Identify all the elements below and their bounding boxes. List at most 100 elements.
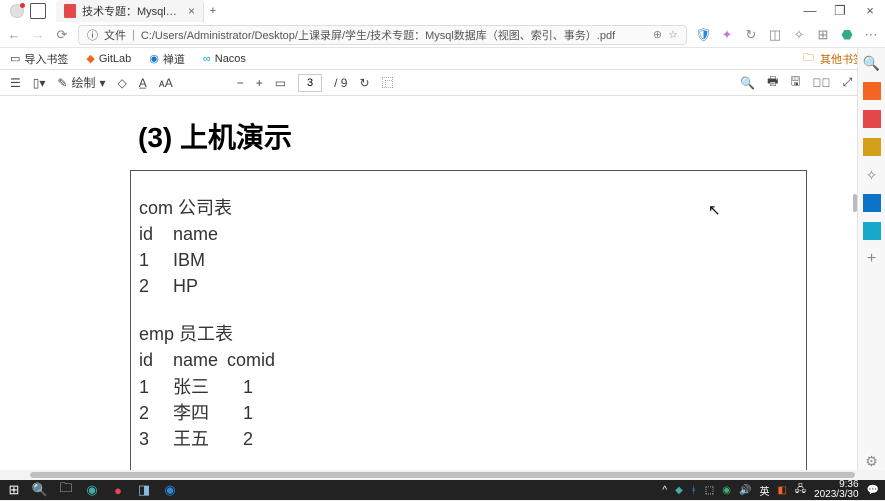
collections-icon[interactable]: ⊞ bbox=[815, 27, 831, 43]
bookmark-nacos[interactable]: ∞ Nacos bbox=[203, 53, 246, 65]
tray-icon-3[interactable]: ◧ bbox=[777, 485, 786, 496]
section-heading: (3) 上机演示 bbox=[138, 116, 292, 156]
tab-title: 技术专题：Mysql数据库（视图... bbox=[82, 3, 182, 19]
page-number-input[interactable] bbox=[298, 74, 322, 92]
table2-title: emp 员工表 bbox=[139, 321, 798, 347]
forward-icon: → bbox=[30, 27, 46, 42]
search-icon[interactable]: 🔍 bbox=[740, 76, 755, 90]
favorite-icon[interactable]: ☆ bbox=[668, 28, 678, 41]
fullscreen-icon[interactable]: ⤢ bbox=[843, 75, 853, 90]
search-panel-icon[interactable]: 🔍 bbox=[863, 54, 881, 72]
panel-settings-icon[interactable]: ⚙ bbox=[863, 452, 881, 470]
more-icon[interactable]: ⋯ bbox=[863, 27, 879, 43]
ime-indicator[interactable]: 英 bbox=[759, 483, 769, 498]
contents-icon[interactable]: ☰ bbox=[10, 76, 21, 90]
maximize-button[interactable]: ❐ bbox=[825, 3, 855, 19]
table-row: 1IBM bbox=[139, 247, 798, 273]
copilot-icon[interactable]: ✦ bbox=[719, 27, 735, 43]
clock-date: 2023/3/30 bbox=[814, 490, 859, 500]
new-tab-button[interactable]: + bbox=[204, 5, 222, 17]
zoom-icon[interactable]: ⊕ bbox=[653, 28, 662, 41]
table1-header: idname bbox=[139, 221, 798, 247]
table-row: 2李四1 bbox=[139, 400, 798, 426]
ext1-icon[interactable]: ⬣ bbox=[839, 27, 855, 43]
bookmark-gitlab[interactable]: ◆ GitLab bbox=[86, 52, 131, 65]
pdf-viewport[interactable]: (3) 上机演示 com 公司表 idname 1IBM 2HP emp 员工表… bbox=[0, 96, 857, 480]
highlight-icon[interactable]: ▯▾ bbox=[33, 76, 46, 90]
side-ext4-icon[interactable]: ✧ bbox=[863, 166, 881, 184]
wechat-icon[interactable]: ◉ bbox=[722, 485, 731, 496]
tab-close-icon[interactable]: × bbox=[188, 4, 195, 18]
draw-label: 绘制 bbox=[71, 74, 95, 91]
network-icon[interactable]: 🖧 bbox=[795, 482, 806, 499]
side-ext1-icon[interactable] bbox=[863, 82, 881, 100]
browser-tab[interactable]: 技术专题：Mysql数据库（视图... × bbox=[56, 0, 204, 22]
tray: ^ ◆ ᚼ ⬚ ◉ 🔊 英 ◧ 🖧 9:36 2023/3/30 💬 bbox=[662, 480, 879, 500]
url-text: C:/Users/Administrator/Desktop/上课录屏/学生/技… bbox=[141, 27, 615, 43]
vertical-scrollbar-thumb[interactable] bbox=[853, 194, 857, 212]
read-aloud-icon[interactable]: ᴀA bbox=[159, 76, 173, 90]
text-icon[interactable]: A̲ bbox=[139, 76, 147, 90]
app3-icon[interactable]: ◨ bbox=[136, 482, 152, 498]
table-row: 1张三1 bbox=[139, 374, 798, 400]
pdf-page: (3) 上机演示 com 公司表 idname 1IBM 2HP emp 员工表… bbox=[10, 96, 847, 480]
table2-header: idnamecomid bbox=[139, 347, 798, 373]
gitlab-label: GitLab bbox=[99, 53, 131, 65]
minimize-button[interactable]: — bbox=[795, 3, 825, 19]
app1-icon[interactable]: ◉ bbox=[84, 482, 100, 498]
split-icon[interactable]: ◫ bbox=[767, 27, 783, 43]
app-icon[interactable] bbox=[30, 3, 46, 19]
zoom-out-button[interactable]: − bbox=[237, 76, 244, 90]
app2-icon[interactable]: ● bbox=[110, 482, 126, 498]
close-window-button[interactable]: × bbox=[855, 3, 885, 19]
fit-page-icon[interactable]: ▭ bbox=[275, 76, 286, 90]
side-ext3-icon[interactable] bbox=[863, 138, 881, 156]
page-total: / 9 bbox=[334, 76, 347, 90]
pdf-favicon-icon bbox=[64, 4, 76, 18]
tray-icon-1[interactable]: ◆ bbox=[675, 485, 683, 496]
import-bookmarks[interactable]: ▭ 导入书签 bbox=[10, 51, 68, 67]
back-icon[interactable]: ← bbox=[6, 27, 22, 42]
tray-chevron-icon[interactable]: ^ bbox=[662, 485, 667, 496]
bookmarks-bar: ▭ 导入书签 ◆ GitLab ◉ 禅道 ∞ Nacos 🗀 其他书签夹 bbox=[0, 48, 885, 70]
taskbar-search-icon[interactable]: 🔍 bbox=[32, 482, 48, 498]
table-row: 2HP bbox=[139, 273, 798, 299]
extensions-icon[interactable]: ✧ bbox=[791, 27, 807, 43]
nacos-label: Nacos bbox=[215, 53, 246, 65]
save-as-icon[interactable]: ✎⃞ bbox=[813, 76, 831, 90]
add-panel-icon[interactable]: + bbox=[863, 250, 881, 268]
draw-tool[interactable]: ✎ 绘制 ▾ bbox=[57, 74, 105, 91]
bookmark-chandao[interactable]: ◉ 禅道 bbox=[149, 51, 185, 67]
page-view-icon[interactable]: ⿸ bbox=[382, 74, 394, 91]
refresh-ext-icon[interactable]: ↻ bbox=[743, 27, 759, 43]
content-frame: com 公司表 idname 1IBM 2HP emp 员工表 idnameco… bbox=[130, 170, 807, 480]
side-ext6-icon[interactable] bbox=[863, 222, 881, 240]
reload-icon[interactable]: ⟳ bbox=[54, 27, 70, 43]
side-ext2-icon[interactable] bbox=[863, 110, 881, 128]
profile-avatar[interactable] bbox=[10, 4, 24, 18]
address-bar: ← → ⟳ ⓘ 文件 | C:/Users/Administrator/Desk… bbox=[0, 22, 885, 48]
table-row: 3王五2 bbox=[139, 426, 798, 452]
save-icon[interactable]: 🖫 bbox=[790, 72, 800, 93]
horizontal-scrollbar[interactable] bbox=[0, 470, 885, 480]
horizontal-scrollbar-thumb[interactable] bbox=[30, 472, 855, 478]
folder-icon: 🗀 bbox=[803, 49, 814, 68]
pdf-toolbar: ☰ ▯▾ ✎ 绘制 ▾ ◇ A̲ ᴀA − + ▭ / 9 ↻ ⿸ 🔍 🖶 🖫 … bbox=[0, 70, 885, 96]
erase-icon[interactable]: ◇ bbox=[118, 76, 127, 90]
rotate-icon[interactable]: ↻ bbox=[359, 76, 369, 90]
clock[interactable]: 9:36 2023/3/30 bbox=[814, 480, 859, 500]
start-icon[interactable]: ⊞ bbox=[6, 482, 22, 498]
action-center-icon[interactable]: 💬 bbox=[867, 485, 879, 496]
print-icon[interactable]: 🖶 bbox=[767, 72, 778, 93]
zoom-in-button[interactable]: + bbox=[256, 76, 263, 90]
edge-icon[interactable]: ◉ bbox=[162, 482, 178, 498]
explorer-icon[interactable]: 🗀 bbox=[58, 482, 74, 498]
volume-icon[interactable]: 🔊 bbox=[739, 485, 751, 496]
nacos-icon: ∞ bbox=[203, 53, 211, 65]
side-ext5-icon[interactable] bbox=[863, 194, 881, 212]
shield-icon[interactable]: 🛡 bbox=[695, 27, 711, 43]
tray-icon-2[interactable]: ⬚ bbox=[705, 485, 714, 496]
chandao-label: 禅道 bbox=[163, 51, 185, 67]
bluetooth-icon[interactable]: ᚼ bbox=[691, 485, 697, 496]
url-field[interactable]: ⓘ 文件 | C:/Users/Administrator/Desktop/上课… bbox=[78, 25, 687, 45]
